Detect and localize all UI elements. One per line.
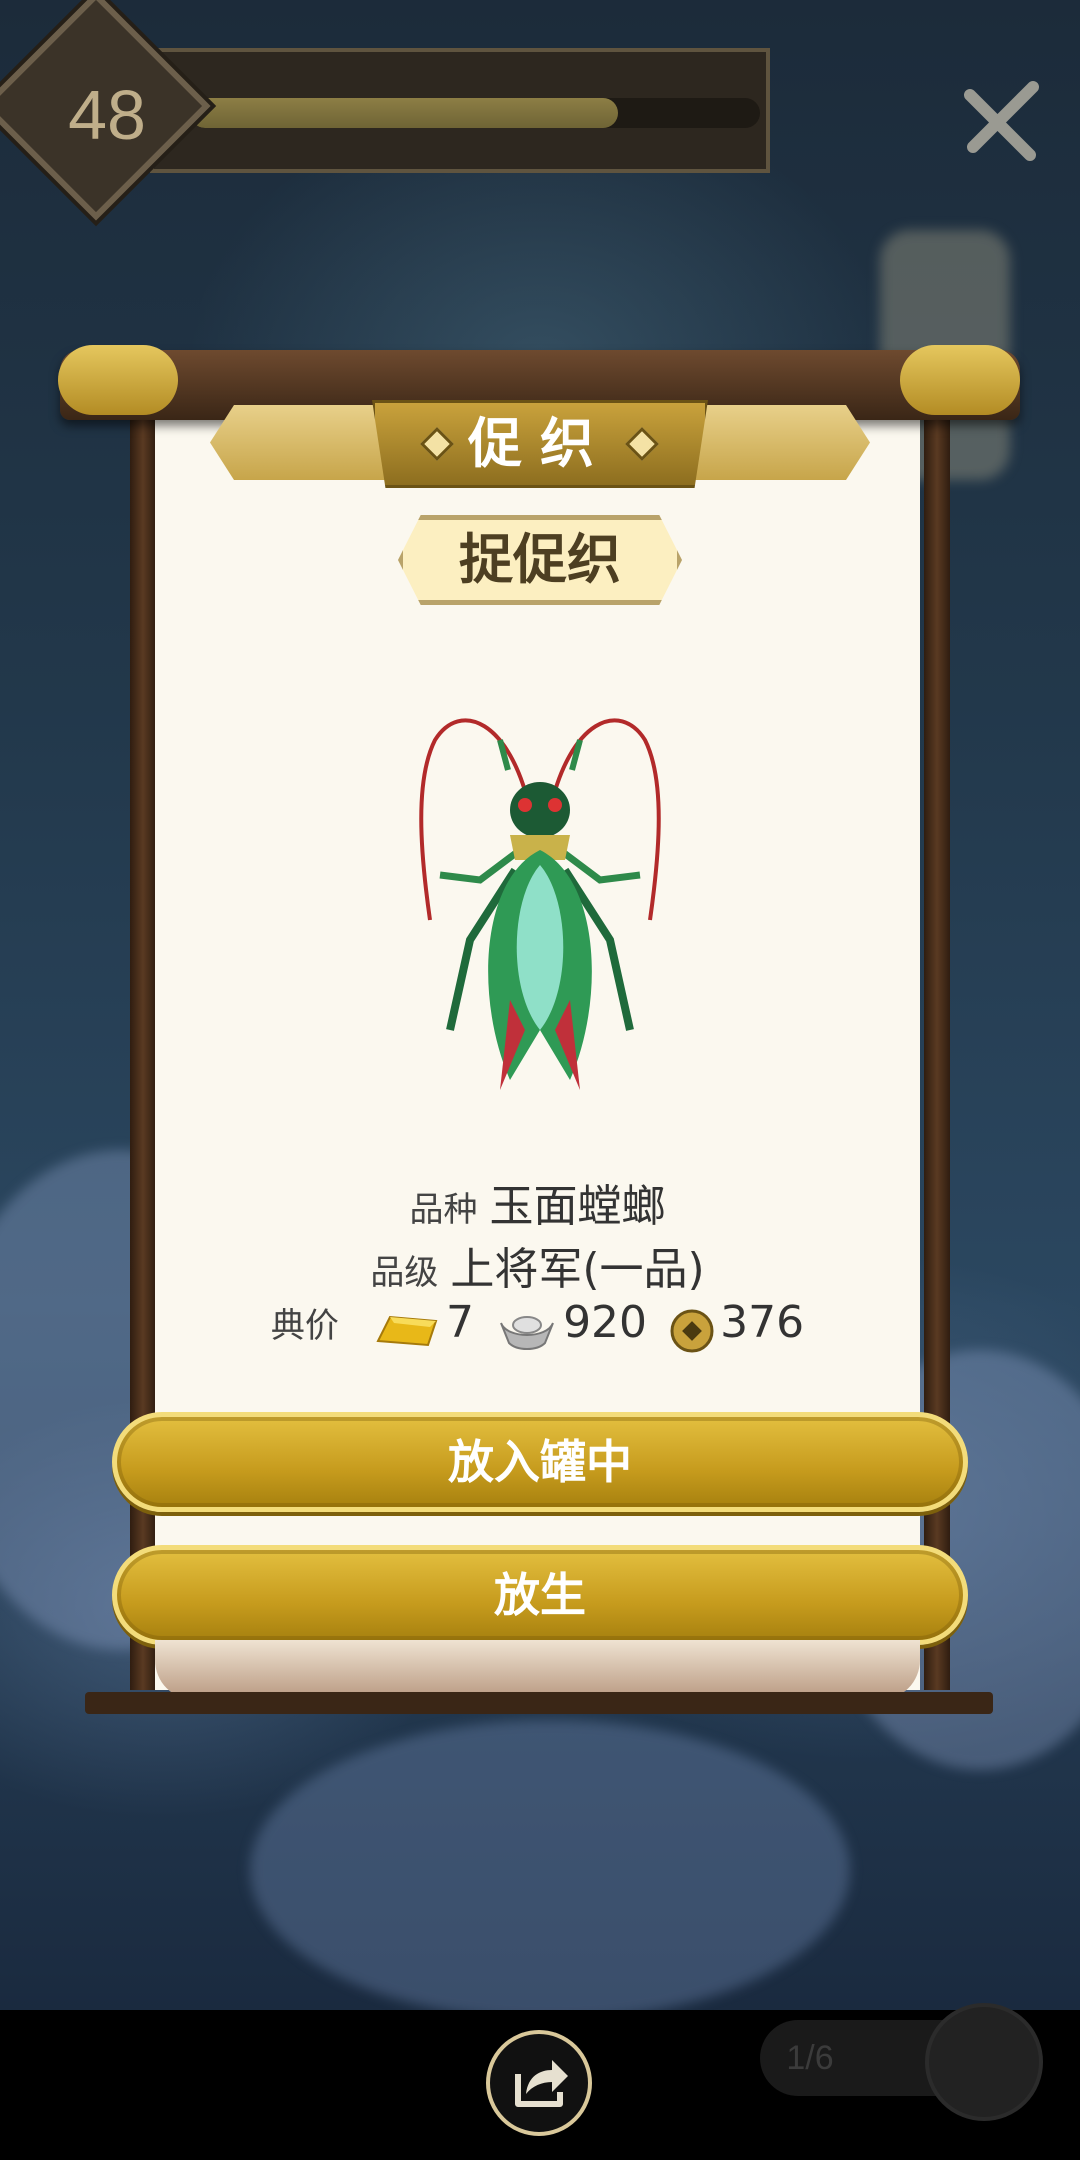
grade-label: 品级 (370, 1253, 439, 1293)
page-indicator-text: 1/6 (786, 2039, 834, 2077)
copper-amount: 376 (720, 1297, 805, 1348)
scroll-base (85, 1692, 993, 1714)
gold-amount: 7 (445, 1297, 474, 1348)
grade-value: 上将军(一品) (450, 1244, 705, 1295)
breed-row: 品种 玉面螳螂 (155, 1170, 920, 1234)
cricket-illustration (419, 718, 661, 1090)
share-button[interactable] (486, 2030, 592, 2136)
share-icon (515, 2060, 568, 2107)
page-title: 促织 (468, 412, 612, 475)
gold-bar-icon (374, 1311, 440, 1355)
silver-ingot-icon (497, 1311, 557, 1355)
close-button[interactable] (955, 75, 1045, 165)
page-indicator-knob[interactable] (925, 2003, 1043, 2121)
level-number: 48 (68, 76, 146, 154)
silver-amount: 920 (563, 1297, 648, 1348)
breed-value: 玉面螳螂 (489, 1181, 666, 1232)
scroll-cap-left (58, 345, 178, 415)
name-plate-text: 捉促织 (459, 528, 621, 591)
level-progress-fill (190, 98, 618, 128)
close-icon (964, 81, 1039, 161)
price-label: 典价 (270, 1306, 339, 1346)
level-progress-bar (190, 98, 760, 128)
release-button[interactable]: 放生 (112, 1545, 968, 1645)
scroll-cap-right (900, 345, 1020, 415)
grade-row: 品级 上将军(一品) (155, 1233, 920, 1297)
price-row: 典价 7 920 376 (155, 1297, 920, 1357)
copper-coin-icon (670, 1309, 714, 1357)
put-in-jar-button[interactable]: 放入罐中 (112, 1412, 968, 1512)
scroll-bottom-roller (155, 1640, 920, 1700)
breed-label: 品种 (409, 1190, 478, 1230)
